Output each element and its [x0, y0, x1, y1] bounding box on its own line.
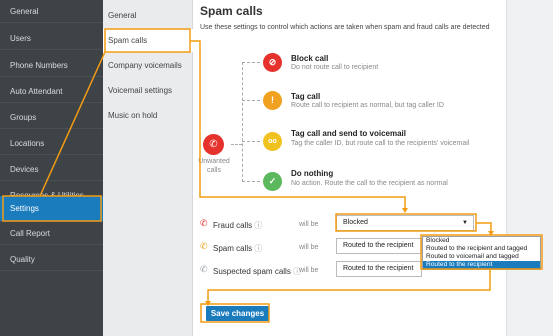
nav-item-settings[interactable]: Settings	[0, 196, 103, 222]
spam-calls-select[interactable]: Routed to the recipient	[336, 238, 422, 254]
nav-item-quality[interactable]: Quality	[0, 248, 103, 271]
option-tag-desc: Route call to recipient as normal, but t…	[291, 102, 444, 109]
flow-connector	[242, 141, 260, 142]
right-gutter	[506, 0, 553, 336]
subnav-item-music-on-hold[interactable]: Music on hold	[103, 104, 193, 127]
spam-calls-label: Spam calls ⓘ	[213, 244, 263, 253]
nav-item-call-report[interactable]: Call Report	[0, 222, 103, 245]
nav-item-locations[interactable]: Locations	[0, 132, 103, 155]
option-block-desc: Do not route call to recipient	[291, 64, 379, 71]
option-tag-voicemail-title: Tag call and send to voicemail	[291, 129, 406, 138]
fraud-calls-label: Fraud calls ⓘ	[213, 221, 263, 230]
settings-subnav: General Spam calls Company voicemails Vo…	[103, 0, 193, 336]
voicemail-icon: oo	[263, 132, 282, 151]
option-block-title: Block call	[291, 54, 329, 63]
page-title: Spam calls	[200, 4, 263, 18]
dropdown-menu: Blocked Routed to the recipient and tagg…	[422, 236, 541, 270]
block-icon: ⊘	[263, 53, 282, 72]
check-icon: ✓	[263, 172, 282, 191]
option-do-nothing-desc: No action. Route the call to the recipie…	[291, 180, 448, 187]
subnav-item-spam-calls[interactable]: Spam calls	[103, 29, 193, 52]
fraud-calls-select[interactable]: Blocked ▼	[336, 215, 474, 231]
subnav-item-voicemail-settings[interactable]: Voicemail settings	[103, 79, 193, 102]
subnav-item-general[interactable]: General	[103, 4, 193, 27]
dropdown-option-routed-recipient[interactable]: Routed to the recipient	[423, 261, 540, 269]
option-do-nothing-title: Do nothing	[291, 169, 334, 178]
will-be-text: will be	[299, 244, 319, 251]
dropdown-option-blocked[interactable]: Blocked	[423, 237, 540, 245]
spam-calls-panel: Spam calls Use these settings to control…	[193, 0, 506, 336]
spam-call-icon: ✆	[200, 241, 208, 251]
dropdown-option-routed-tagged[interactable]: Routed to the recipient and tagged	[423, 245, 540, 253]
suspected-spam-calls-label: Suspected spam calls ⓘ	[213, 267, 302, 276]
nav-item-groups[interactable]: Groups	[0, 106, 103, 129]
unwanted-calls-label: Unwanted calls	[198, 158, 230, 174]
nav-item-general[interactable]: General	[0, 0, 103, 23]
nav-item-users[interactable]: Users	[0, 27, 103, 50]
option-tag-voicemail-desc: Tag the caller ID, but route call to the…	[291, 140, 470, 147]
flow-connector	[242, 181, 260, 182]
nav-item-auto-attendant[interactable]: Auto Attendant	[0, 80, 103, 103]
page-description: Use these settings to control which acti…	[200, 24, 490, 31]
fraud-call-icon: ✆	[200, 218, 208, 228]
flow-connector	[242, 62, 243, 182]
option-tag-title: Tag call	[291, 92, 321, 101]
will-be-text: will be	[299, 267, 319, 274]
flow-connector	[242, 100, 260, 101]
nav-item-phone-numbers[interactable]: Phone Numbers	[0, 54, 103, 77]
tag-icon: !	[263, 91, 282, 110]
will-be-text: will be	[299, 221, 319, 228]
main-nav: General Users Phone Numbers Auto Attenda…	[0, 0, 103, 336]
suspected-spam-call-icon: ✆	[200, 264, 208, 274]
suspected-spam-calls-select[interactable]: Routed to the recipient	[336, 261, 422, 277]
flow-connector	[231, 144, 242, 145]
nav-item-devices[interactable]: Devices	[0, 158, 103, 181]
save-button[interactable]: Save changes	[206, 306, 269, 321]
subnav-item-company-voicemails[interactable]: Company voicemails	[103, 54, 193, 77]
dropdown-option-voicemail-tagged[interactable]: Routed to voicemail and tagged	[423, 253, 540, 261]
unwanted-calls-icon: ✆	[203, 134, 224, 155]
flow-connector	[242, 62, 260, 63]
